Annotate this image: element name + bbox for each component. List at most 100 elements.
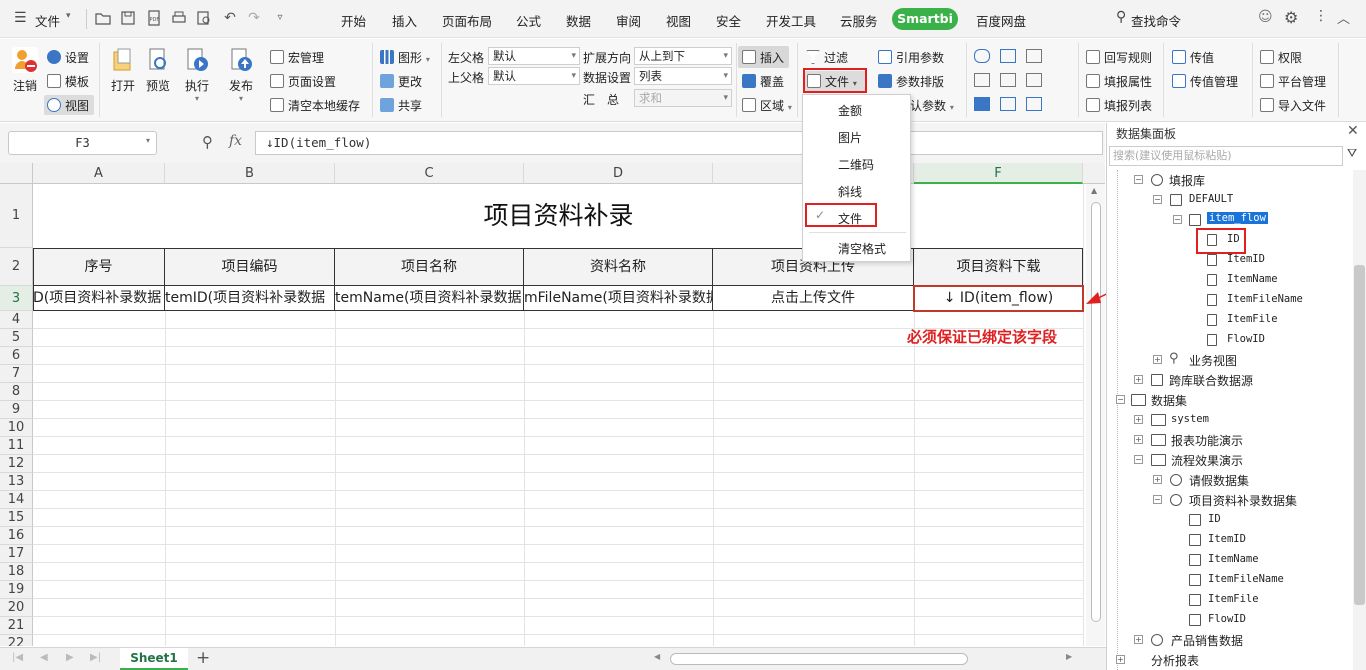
row-header[interactable]: 1 xyxy=(0,184,33,248)
tree-node-ds-field-flowid[interactable]: FlowID xyxy=(1208,613,1246,625)
param-layout-button[interactable]: 参数排版 xyxy=(878,73,944,90)
row-header[interactable]: 2 xyxy=(0,248,33,286)
text-control-icon[interactable] xyxy=(1026,97,1042,111)
tab-developer[interactable]: 开发工具 xyxy=(766,11,816,30)
tree-node-cross-db[interactable]: 跨库联合数据源 xyxy=(1169,372,1253,389)
next-sheet-icon[interactable]: ▶ xyxy=(66,652,74,663)
tab-baidu-netdisk[interactable]: 百度网盘 xyxy=(976,11,1026,30)
tree-node-datasets[interactable]: 数据集 xyxy=(1151,392,1187,409)
tree-scrollbar[interactable] xyxy=(1353,170,1366,670)
spreadsheet-grid[interactable]: A B C D E F 1 2 3 项目资料补录 序号 项目编码 项目名称 资料… xyxy=(0,163,1105,646)
row-header[interactable]: 13 xyxy=(0,473,33,491)
data-cell[interactable]: temName(项目资料补录数据 xyxy=(335,286,524,310)
feedback-icon[interactable]: ☺ xyxy=(1258,9,1273,25)
header-cell[interactable]: 项目资料下载 xyxy=(914,248,1083,286)
tree-node-field-itemid[interactable]: ItemID xyxy=(1227,253,1265,265)
more-icon[interactable]: ⋮ xyxy=(1314,8,1328,24)
row-header[interactable]: 14 xyxy=(0,491,33,509)
column-header[interactable]: D xyxy=(524,163,713,184)
search-icon[interactable]: ⚲ xyxy=(1116,9,1126,25)
column-header[interactable]: B xyxy=(165,163,335,184)
row-header[interactable]: 5 xyxy=(0,329,33,347)
column-header-selected[interactable]: F xyxy=(914,163,1083,184)
filter-button[interactable]: 过滤 xyxy=(806,49,848,66)
zoom-search-icon[interactable]: ⚲ xyxy=(202,133,213,151)
row-header[interactable]: 11 xyxy=(0,437,33,455)
tab-data[interactable]: 数据 xyxy=(566,11,591,30)
writeback-button[interactable]: 回写规则 xyxy=(1086,49,1152,66)
row-header[interactable]: 15 xyxy=(0,509,33,527)
tree-node-sales-data[interactable]: 产品销售数据 xyxy=(1171,632,1243,649)
menu-item-image[interactable]: 图片 xyxy=(838,129,862,146)
data-cell[interactable]: D(项目资料补录数据 xyxy=(33,286,165,310)
data-cell[interactable]: temID(项目资料补录数据 xyxy=(165,286,335,310)
top-parent-select[interactable]: 默认 xyxy=(488,67,580,85)
ref-param-button[interactable]: 引用参数 xyxy=(878,49,944,66)
tree-node-supplement-dataset[interactable]: 项目资料补录数据集 xyxy=(1189,492,1297,509)
last-sheet-icon[interactable]: ▶| xyxy=(90,652,101,663)
expand-direction-select[interactable]: 从上到下 xyxy=(634,47,732,65)
row-header[interactable]: 21 xyxy=(0,617,33,635)
gear-icon[interactable]: ⚙ xyxy=(1284,8,1298,27)
hamburger-icon[interactable]: ☰ xyxy=(14,10,27,26)
column-header[interactable]: C xyxy=(335,163,524,184)
formula-input[interactable]: ↓ID(item_flow) xyxy=(255,131,1103,155)
menu-item-qrcode[interactable]: 二维码 xyxy=(838,156,874,173)
scroll-right-icon[interactable]: ▶ xyxy=(1066,652,1072,661)
settings-button[interactable]: 设置 xyxy=(47,49,89,66)
clear-cache-button[interactable]: 清空本地缓存 xyxy=(270,97,360,114)
undo-icon[interactable]: ↶ xyxy=(222,10,238,26)
horizontal-scroll-thumb[interactable] xyxy=(670,653,968,665)
select-all-corner[interactable] xyxy=(0,163,33,184)
column-header[interactable]: A xyxy=(33,163,165,184)
tree-node-field-itemname[interactable]: ItemName xyxy=(1227,273,1278,285)
close-icon[interactable]: ✕ xyxy=(1347,123,1359,139)
checkbox-control-icon[interactable] xyxy=(974,97,990,111)
row-header[interactable]: 8 xyxy=(0,383,33,401)
tree-node-ds-field-itemfile[interactable]: ItemFile xyxy=(1208,593,1259,605)
row-header[interactable]: 18 xyxy=(0,563,33,581)
save-icon[interactable] xyxy=(120,10,136,26)
tree-node-report-demo[interactable]: 报表功能演示 xyxy=(1171,432,1243,449)
print-icon[interactable] xyxy=(171,10,187,26)
tab-insert[interactable]: 插入 xyxy=(392,11,417,30)
scroll-left-icon[interactable]: ◀ xyxy=(654,652,660,661)
execute-button[interactable]: 执行 ▾ xyxy=(180,47,214,103)
graphic-button[interactable]: 图形 ▾ xyxy=(380,49,430,66)
tree-node-ds-field-id[interactable]: ID xyxy=(1208,513,1221,525)
row-header[interactable]: 16 xyxy=(0,527,33,545)
pass-value-button[interactable]: 传值 xyxy=(1172,49,1214,66)
tab-cloud[interactable]: 云服务 xyxy=(840,11,878,30)
pdf-icon[interactable]: PDF xyxy=(146,10,162,26)
template-button[interactable]: 模板 xyxy=(47,73,89,90)
header-cell[interactable]: 资料名称 xyxy=(524,248,713,286)
image-control-icon[interactable] xyxy=(1026,73,1042,87)
row-header[interactable]: 17 xyxy=(0,545,33,563)
row-header[interactable]: 19 xyxy=(0,581,33,599)
tree-node-field-id[interactable]: ID xyxy=(1227,233,1240,245)
tab-review[interactable]: 审阅 xyxy=(616,11,641,30)
cover-button[interactable]: 覆盖 xyxy=(742,73,784,90)
select-control-icon[interactable] xyxy=(1000,49,1016,63)
summary-select[interactable]: 求和 xyxy=(634,89,732,107)
tree-node-ds-field-itemid[interactable]: ItemID xyxy=(1208,533,1246,545)
tree-node-biz-view[interactable]: 业务视图 xyxy=(1189,352,1237,369)
tab-home[interactable]: 开始 xyxy=(341,11,366,30)
row-header[interactable]: 22 xyxy=(0,635,33,646)
prev-sheet-icon[interactable]: ◀ xyxy=(40,652,48,663)
customize-quick-access-icon[interactable]: ▿ xyxy=(272,10,288,26)
menu-item-diagonal[interactable]: 斜线 xyxy=(838,183,862,200)
upload-cell[interactable]: 点击上传文件 xyxy=(713,286,914,310)
add-sheet-button[interactable]: + xyxy=(196,648,210,668)
tree-scrollbar-thumb[interactable] xyxy=(1354,265,1365,605)
name-box-dropdown-icon[interactable]: ▾ xyxy=(146,136,150,145)
view-button[interactable]: 视图 xyxy=(47,97,89,114)
tree-node-field-itemfile[interactable]: ItemFile xyxy=(1227,313,1278,325)
panel-search-input[interactable]: 搜索(建议使用鼠标粘贴) xyxy=(1109,146,1343,166)
row-header-selected[interactable]: 3 xyxy=(0,286,33,311)
collapse-ribbon-icon[interactable]: ︿ xyxy=(1337,8,1350,27)
insert-button[interactable]: 插入 xyxy=(742,49,784,66)
page-setup-button[interactable]: 页面设置 xyxy=(270,73,336,90)
menu-item-amount[interactable]: 金额 xyxy=(838,102,862,119)
row-header[interactable]: 20 xyxy=(0,599,33,617)
